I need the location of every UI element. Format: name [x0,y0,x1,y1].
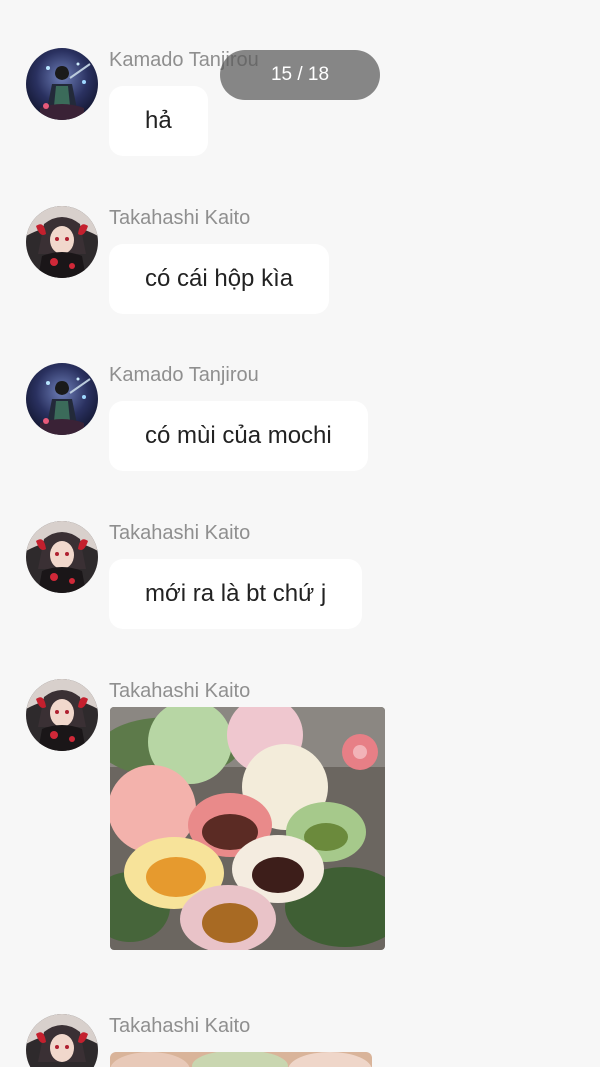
kaito-avatar[interactable] [26,206,98,278]
sender-name: Takahashi Kaito [109,522,251,544]
message-bubble[interactable]: có cái hộp kìa [109,244,330,314]
kaito-avatar[interactable] [26,1014,98,1067]
tanjirou-avatar[interactable] [26,48,98,120]
kaito-avatar[interactable] [26,679,98,751]
mochi-photo[interactable] [110,707,385,950]
sender-name: Takahashi Kaito [109,680,251,702]
message-bubble[interactable]: hả [109,86,208,156]
sender-name: Takahashi Kaito [109,207,251,229]
kaito-avatar[interactable] [26,521,98,593]
status-bar [0,0,600,32]
page-indicator: 15 / 18 [220,50,380,100]
tanjirou-avatar[interactable] [26,363,98,435]
message-bubble[interactable]: mới ra là bt chứ j [109,559,363,629]
photo-partial[interactable] [110,1052,372,1067]
message-bubble[interactable]: có mùi của mochi [109,401,368,471]
sender-name: Kamado Tanjirou [109,364,259,386]
sender-name: Takahashi Kaito [109,1015,251,1037]
